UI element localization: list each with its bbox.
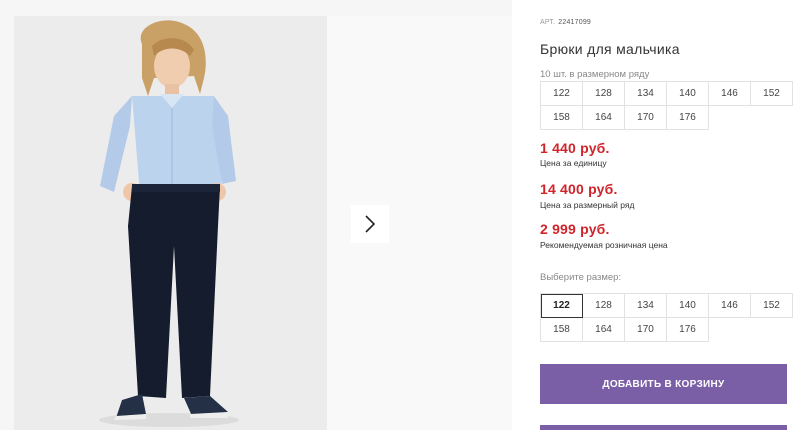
size-option[interactable]: 158 (541, 318, 583, 342)
size-select-label: Выберите размер: (540, 272, 622, 283)
size-option[interactable]: 170 (625, 318, 667, 342)
retail-price-note: Рекомендуемая розничная цена (540, 240, 668, 250)
pack-size-cell: 122 (541, 82, 583, 106)
secondary-action-button[interactable] (540, 425, 787, 430)
size-option[interactable]: 152 (751, 294, 793, 318)
product-title: Брюки для мальчика (540, 41, 680, 57)
unit-price: 1 440 руб. (540, 140, 610, 156)
size-selector: 122 128 134 140 146 152 158 164 170 176 (540, 293, 793, 342)
pack-size-cell: 170 (625, 106, 667, 130)
product-sku: АРТ. 22417099 (540, 19, 591, 26)
pack-size-cell: 140 (667, 82, 709, 106)
product-photo (14, 16, 327, 430)
product-gallery (0, 0, 512, 430)
chevron-right-icon (363, 214, 377, 234)
add-to-cart-button[interactable]: ДОБАВИТЬ В КОРЗИНУ (540, 364, 787, 404)
unit-price-note: Цена за единицу (540, 158, 607, 168)
retail-price: 2 999 руб. (540, 221, 610, 237)
pack-size-cell: 128 (583, 82, 625, 106)
pack-size-cell: 176 (667, 106, 709, 130)
size-option[interactable]: 134 (625, 294, 667, 318)
sku-label: АРТ. (540, 19, 556, 26)
size-option-selected[interactable]: 122 (541, 294, 583, 318)
pack-size-cell: 158 (541, 106, 583, 130)
pack-size-cell: 164 (583, 106, 625, 130)
size-option[interactable]: 146 (709, 294, 751, 318)
pack-info: 10 шт. в размерном ряду (540, 69, 650, 80)
pack-price-note: Цена за размерный ряд (540, 200, 635, 210)
next-image-button[interactable] (351, 205, 389, 243)
product-info-panel: АРТ. 22417099 Брюки для мальчика 10 шт. в… (540, 0, 800, 430)
pack-size-cell: 134 (625, 82, 667, 106)
size-option[interactable]: 164 (583, 318, 625, 342)
child-model-illustration (14, 16, 327, 430)
pack-size-cell: 146 (709, 82, 751, 106)
sku-value: 22417099 (558, 19, 592, 26)
size-option[interactable]: 128 (583, 294, 625, 318)
size-option[interactable]: 140 (667, 294, 709, 318)
pack-size-table: 122 128 134 140 146 152 158 164 170 176 (540, 81, 793, 130)
pack-size-cell: 152 (751, 82, 793, 106)
size-option[interactable]: 176 (667, 318, 709, 342)
pack-price: 14 400 руб. (540, 181, 618, 197)
